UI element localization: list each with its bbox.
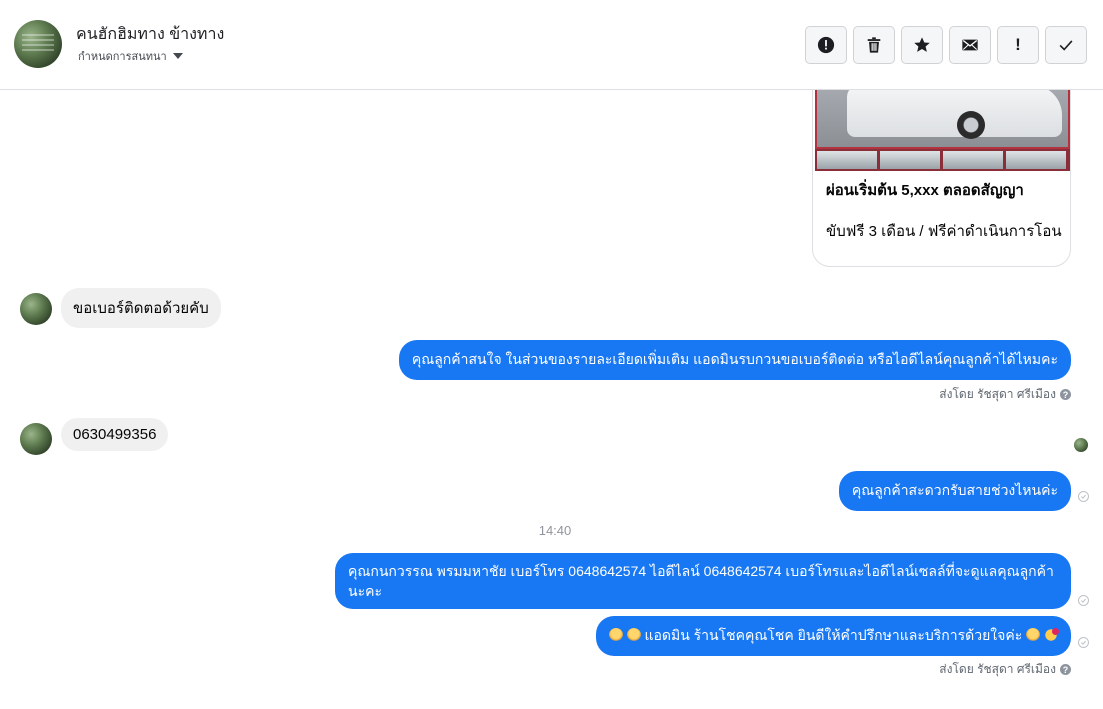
sent-by-text: ส่งโดย รัชสุดา ศรีเมือง bbox=[939, 387, 1056, 401]
incoming-message: ขอเบอร์ติดตอด้วยคับ bbox=[61, 288, 221, 328]
mark-done-button[interactable] bbox=[1045, 26, 1087, 64]
love-face-emoji-icon bbox=[1044, 628, 1059, 642]
sent-check-icon bbox=[1078, 595, 1089, 606]
outgoing-message: คุณลูกค้าสะดวกรับสายช่วงไหนค่ะ bbox=[838, 471, 1071, 511]
outgoing-message: แอดมิน ร้านโชคคุณโชค ยินดีให้คำปรึกษาและ… bbox=[595, 616, 1071, 656]
outgoing-message: คุณลูกค้าสนใจ ในส่วนของรายละเอียดเพิ่มเต… bbox=[398, 340, 1071, 380]
thumbnail bbox=[1006, 151, 1066, 169]
incoming-message: 0630499356 bbox=[61, 418, 169, 451]
link-preview-card[interactable]: ผ่อนเริ่มต้น 5,xxx ตลอดสัญญา ขับฟรี 3 เด… bbox=[812, 90, 1071, 267]
seen-avatar-icon bbox=[1074, 438, 1088, 452]
thumbnail bbox=[817, 151, 877, 169]
pray-emoji-icon bbox=[1026, 628, 1041, 642]
conversation-options-label: กำหนดการสนทนา bbox=[78, 51, 167, 63]
sent-check-icon bbox=[1078, 491, 1089, 502]
exclamation-icon: ! bbox=[1015, 35, 1021, 54]
help-icon[interactable]: ? bbox=[1060, 389, 1071, 400]
card-title: ผ่อนเริ่มต้น 5,xxx ตลอดสัญญา bbox=[826, 182, 1024, 199]
thumbnail bbox=[880, 151, 940, 169]
caret-down-icon bbox=[172, 53, 183, 59]
star-button[interactable] bbox=[901, 26, 943, 64]
truck-image bbox=[847, 90, 1062, 137]
sent-by-label: ส่งโดย รัชสุดา ศรีเมือง ? bbox=[939, 385, 1071, 404]
sent-by-text: ส่งโดย รัชสุดา ศรีเมือง bbox=[939, 662, 1056, 676]
sent-by-label: ส่งโดย รัชสุดา ศรีเมือง ? bbox=[939, 660, 1071, 679]
mark-spam-button[interactable] bbox=[805, 26, 847, 64]
pray-emoji-icon bbox=[626, 628, 641, 642]
contact-name[interactable]: คนฮักฮิมทาง ข้างทาง bbox=[76, 22, 224, 47]
contact-avatar[interactable] bbox=[14, 20, 62, 68]
outgoing-message: คุณกนกวรรณ พรมมหาชัย เบอร์โทร 0648642574… bbox=[335, 553, 1071, 609]
sent-check-icon bbox=[1078, 637, 1089, 648]
delete-button[interactable] bbox=[853, 26, 895, 64]
card-thumbnails bbox=[815, 149, 1070, 171]
pray-emoji-icon bbox=[608, 628, 623, 642]
card-description: ขับฟรี 3 เดือน / ฟรีค่าดำเนินการโอน bbox=[826, 223, 1062, 240]
message-thread[interactable]: ผ่อนเริ่มต้น 5,xxx ตลอดสัญญา ขับฟรี 3 เด… bbox=[0, 90, 1103, 709]
card-image bbox=[815, 90, 1070, 149]
conversation-header: คนฮักฮิมทาง ข้างทาง กำหนดการสนทนา ! bbox=[0, 0, 1103, 90]
conversation-options-dropdown[interactable]: กำหนดการสนทนา bbox=[78, 47, 183, 65]
help-icon[interactable]: ? bbox=[1060, 664, 1071, 675]
conversation-toolbar: ! bbox=[805, 26, 1087, 64]
contact-avatar-small[interactable] bbox=[20, 293, 52, 325]
follow-up-button[interactable]: ! bbox=[997, 26, 1039, 64]
thumbnail bbox=[943, 151, 1003, 169]
star-icon bbox=[914, 37, 930, 52]
contact-avatar-small[interactable] bbox=[20, 423, 52, 455]
time-separator: 14:40 bbox=[538, 523, 572, 538]
trash-icon bbox=[867, 37, 881, 53]
wheel-shape bbox=[957, 111, 985, 139]
alert-circle-icon bbox=[817, 36, 835, 54]
mark-unread-button[interactable] bbox=[949, 26, 991, 64]
checkmark-icon bbox=[1059, 40, 1073, 51]
outgoing-message-text: แอดมิน ร้านโชคคุณโชค ยินดีให้คำปรึกษาและ… bbox=[644, 627, 1023, 643]
envelope-icon bbox=[962, 39, 978, 51]
